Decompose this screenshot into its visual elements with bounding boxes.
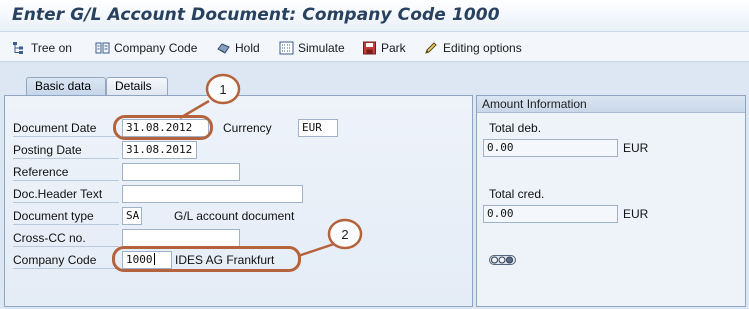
simulate-label: Simulate (298, 40, 345, 55)
reference-field[interactable] (122, 163, 240, 181)
total-cred-field: 0.00 (483, 205, 618, 223)
company-code-label: Company Code (114, 40, 198, 55)
cross-cc-no-label: Cross-CC no. (13, 229, 119, 247)
park-icon (363, 41, 376, 54)
tab-basic-data-label: Basic data (35, 79, 92, 93)
editing-options-label: Editing options (443, 40, 522, 55)
reference-label: Reference (13, 163, 119, 181)
tab-details-label: Details (115, 79, 152, 93)
amount-information-header: Amount Information (477, 96, 745, 113)
total-cred-label: Total cred. (489, 187, 545, 201)
callout-marker-2: 2 (327, 218, 363, 250)
hold-icon (217, 42, 230, 54)
application-toolbar: Tree on Company Code Hold Simulate Park (0, 32, 749, 62)
callout-number-1: 1 (219, 82, 226, 97)
callout-oval-document-date (113, 115, 213, 140)
park-label: Park (381, 40, 406, 55)
company-code-icon (95, 42, 110, 53)
currency-field[interactable]: EUR (298, 119, 338, 137)
hold-button[interactable]: Hold (216, 39, 260, 56)
currency-label: Currency (223, 121, 272, 135)
company-code-button[interactable]: Company Code (95, 39, 197, 56)
total-cred-currency: EUR (623, 207, 649, 221)
traffic-light-icon (489, 255, 516, 265)
callout-number-2: 2 (341, 227, 348, 242)
total-deb-field: 0.00 (483, 139, 618, 157)
window-title: Enter G/L Account Document: Company Code… (12, 5, 500, 25)
document-type-label: Document type (13, 207, 119, 225)
cross-cc-no-field[interactable] (122, 229, 240, 247)
total-deb-label: Total deb. (489, 121, 542, 135)
simulate-icon (279, 41, 294, 54)
callout-marker-1: 1 (205, 73, 241, 105)
simulate-button[interactable]: Simulate (279, 39, 345, 56)
total-deb-currency: EUR (623, 141, 649, 155)
pencil-icon (425, 41, 437, 54)
document-type-description: G/L account document (174, 209, 295, 223)
tab-details[interactable]: Details (106, 77, 168, 95)
document-type-field[interactable]: SA (122, 207, 142, 225)
posting-date-field[interactable]: 31.08.2012 (122, 141, 197, 159)
tab-basic-data[interactable]: Basic data (26, 77, 106, 95)
tree-icon (13, 41, 23, 54)
tree-on-label: Tree on (31, 40, 72, 55)
company-code-field-label: Company Code (13, 251, 119, 269)
tree-on-button[interactable]: Tree on (12, 39, 72, 56)
doc-header-text-label: Doc.Header Text (13, 185, 119, 203)
title-bar: Enter G/L Account Document: Company Code… (0, 0, 749, 32)
document-date-label: Document Date (13, 119, 119, 137)
doc-header-text-field[interactable] (122, 185, 303, 203)
editing-options-button[interactable]: Editing options (424, 39, 522, 56)
hold-label: Hold (235, 40, 260, 55)
posting-date-label: Posting Date (13, 141, 119, 159)
park-button[interactable]: Park (362, 39, 406, 56)
callout-oval-company-code (112, 246, 301, 272)
